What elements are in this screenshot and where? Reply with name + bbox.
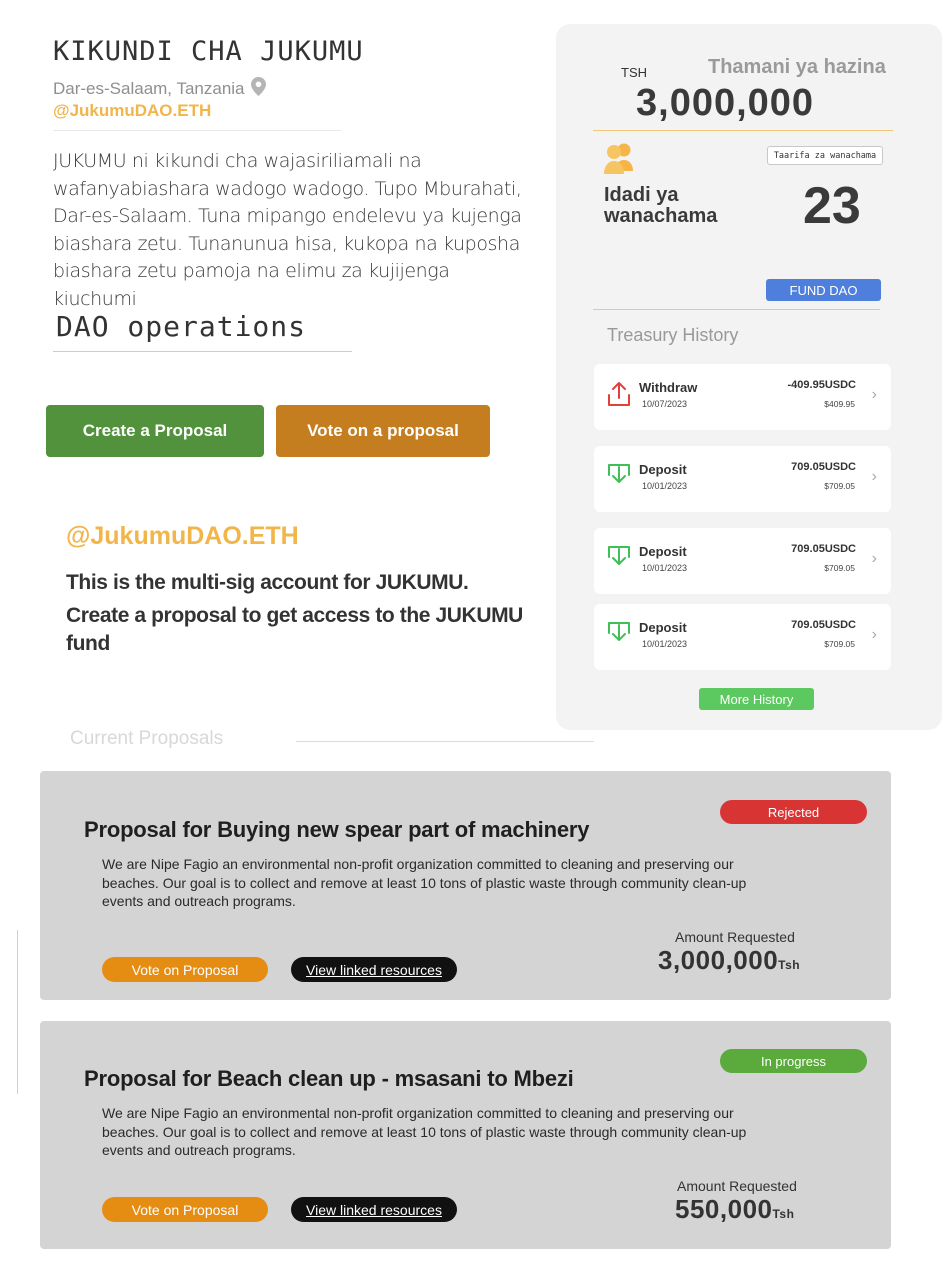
operations-title: DAO operations <box>56 310 307 343</box>
multisig-handle: @JukumuDAO.ETH <box>66 522 299 550</box>
deposit-icon <box>608 545 630 576</box>
chevron-right-icon[interactable]: › <box>872 386 877 404</box>
transaction-fiat: $709.05 <box>824 481 855 491</box>
proposal-description: We are Nipe Fagio an environmental non-p… <box>102 1105 747 1158</box>
proposal-title: Proposal for Beach clean up - msasani to… <box>84 1066 574 1091</box>
members-info-button[interactable]: Taarifa za wanachama <box>767 146 883 165</box>
transaction-row[interactable]: Withdraw 10/07/2023 -409.95USDC $409.95 … <box>594 364 891 430</box>
members-label: Idadi ya wanachama <box>604 184 718 227</box>
transaction-type: Deposit <box>639 544 687 559</box>
amount-value: 550,000 <box>675 1194 773 1224</box>
deposit-icon <box>608 463 630 494</box>
amount-unit: Tsh <box>772 1207 795 1221</box>
vote-on-proposal-button[interactable]: Vote on Proposal <box>102 1197 268 1222</box>
location: Dar-es-Salaam, Tanzania <box>53 77 266 101</box>
members-count: 23 <box>803 177 861 235</box>
amount-value: 3,000,000 <box>658 945 779 975</box>
multisig-info: This is the multi-sig account for JUKUMU… <box>66 569 526 663</box>
transaction-date: 10/01/2023 <box>642 639 688 649</box>
transaction-type: Withdraw <box>639 380 698 395</box>
transaction-amount: 709.05USDC <box>791 543 856 555</box>
proposal-description: We are Nipe Fagio an environmental non-p… <box>102 856 747 909</box>
chevron-right-icon[interactable]: › <box>872 626 877 644</box>
chevron-right-icon[interactable]: › <box>872 468 877 486</box>
treasury-currency: TSH <box>621 65 647 80</box>
transaction-row[interactable]: Deposit 10/01/2023 709.05USDC $709.05 › <box>594 528 891 594</box>
transaction-fiat: $709.05 <box>824 639 855 649</box>
proposal-title: Proposal for Buying new spear part of ma… <box>84 817 590 842</box>
transaction-row[interactable]: Deposit 10/01/2023 709.05USDC $709.05 › <box>594 446 891 512</box>
amount-requested-label: Amount Requested <box>677 1178 797 1194</box>
transaction-fiat: $409.95 <box>824 399 855 409</box>
amount-unit: Tsh <box>778 958 801 972</box>
location-pin-icon <box>250 77 266 101</box>
view-resources-link[interactable]: View linked resources <box>291 1197 457 1222</box>
more-history-button[interactable]: More History <box>699 688 814 710</box>
current-proposals-heading: Current Proposals <box>70 728 224 749</box>
transaction-type: Deposit <box>639 620 687 635</box>
withdraw-icon <box>608 381 630 412</box>
group-name: KIKUNDI CHA JUKUMU <box>53 36 364 67</box>
transaction-date: 10/01/2023 <box>642 563 688 573</box>
proposal-card: In progress Proposal for Beach clean up … <box>40 1021 891 1249</box>
multisig-line-1: This is the multi-sig account for JUKUMU… <box>66 571 469 594</box>
divider <box>17 930 18 1094</box>
create-proposal-button[interactable]: Create a Proposal <box>46 405 264 457</box>
transaction-date: 10/07/2023 <box>642 399 688 409</box>
group-description: JUKUMU ni kikundi cha wajasiriliamali na… <box>53 150 522 310</box>
status-badge: In progress <box>720 1049 867 1073</box>
proposal-card: Rejected Proposal for Buying new spear p… <box>40 771 891 1000</box>
vote-on-proposal-button[interactable]: Vote on Proposal <box>102 957 268 982</box>
divider <box>53 351 352 352</box>
transaction-fiat: $709.05 <box>824 563 855 573</box>
transaction-amount: 709.05USDC <box>791 461 856 473</box>
dao-handle[interactable]: @JukumuDAO.ETH <box>53 101 211 121</box>
treasury-history-title: Treasury History <box>607 325 739 345</box>
amount-requested-value: 550,000Tsh <box>675 1194 794 1225</box>
divider <box>593 130 893 131</box>
treasury-value: 3,000,000 <box>636 82 815 124</box>
multisig-line-2: Create a proposal to get access to the J… <box>66 604 523 655</box>
location-text: Dar-es-Salaam, Tanzania <box>53 79 245 98</box>
divider <box>593 309 880 310</box>
transaction-amount: 709.05USDC <box>791 619 856 631</box>
transaction-date: 10/01/2023 <box>642 481 688 491</box>
amount-requested-label: Amount Requested <box>675 929 795 945</box>
chevron-right-icon[interactable]: › <box>872 550 877 568</box>
fund-dao-button[interactable]: FUND DAO <box>766 279 881 301</box>
status-badge: Rejected <box>720 800 867 824</box>
transaction-amount: -409.95USDC <box>787 379 856 391</box>
divider <box>296 741 594 742</box>
treasury-label: Thamani ya hazina <box>708 56 886 78</box>
deposit-icon <box>608 621 630 652</box>
transaction-row[interactable]: Deposit 10/01/2023 709.05USDC $709.05 › <box>594 604 891 670</box>
vote-proposal-button[interactable]: Vote on a proposal <box>276 405 490 457</box>
members-icon <box>603 141 637 180</box>
amount-requested-value: 3,000,000Tsh <box>658 945 800 976</box>
view-resources-link[interactable]: View linked resources <box>291 957 457 982</box>
transaction-type: Deposit <box>639 462 687 477</box>
divider <box>53 130 341 131</box>
